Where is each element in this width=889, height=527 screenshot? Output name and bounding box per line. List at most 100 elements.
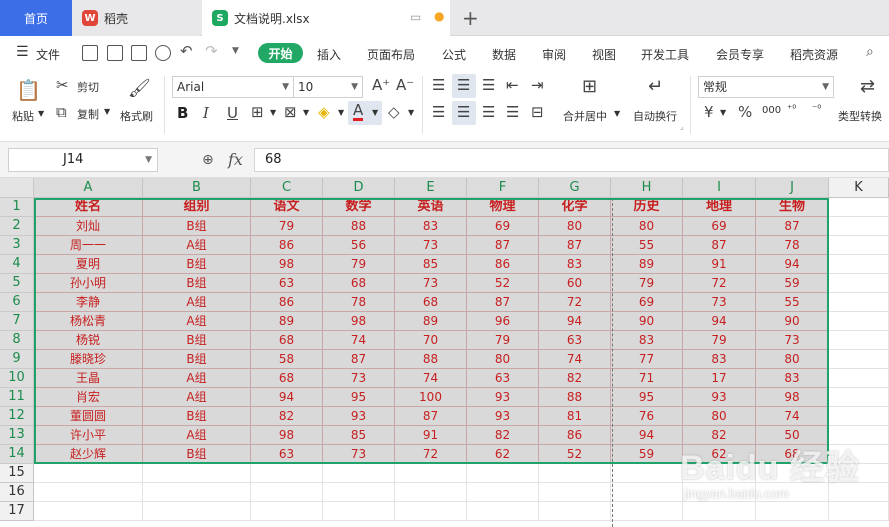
table-cell[interactable]: 89 xyxy=(611,255,683,274)
fill-pattern-icon[interactable]: ⊠ xyxy=(284,103,297,121)
table-cell[interactable]: 94 xyxy=(251,388,323,407)
table-cell[interactable]: 73 xyxy=(323,369,395,388)
table-cell[interactable]: 89 xyxy=(395,312,467,331)
undo-icon[interactable]: ↶ xyxy=(180,42,193,60)
increase-decimal-icon[interactable]: ⁺⁰ xyxy=(787,104,796,115)
empty-cell[interactable] xyxy=(829,445,889,464)
empty-cell[interactable] xyxy=(829,464,889,483)
print-preview-icon[interactable] xyxy=(155,45,171,61)
table-cell[interactable]: 63 xyxy=(539,331,611,350)
table-cell[interactable]: 孙小明 xyxy=(34,274,143,293)
table-cell[interactable]: 62 xyxy=(683,445,756,464)
column-header-c[interactable]: C xyxy=(251,178,323,198)
table-cell[interactable]: 94 xyxy=(611,426,683,445)
table-cell[interactable]: 李静 xyxy=(34,293,143,312)
quick-access-chevron-icon[interactable]: ▼ xyxy=(232,46,239,56)
empty-cell[interactable] xyxy=(251,464,323,483)
table-cell[interactable]: B组 xyxy=(143,445,251,464)
header-cell[interactable]: 化学 xyxy=(539,198,611,217)
bold-icon[interactable]: B xyxy=(177,104,188,122)
empty-cell[interactable] xyxy=(683,464,756,483)
table-cell[interactable]: 87 xyxy=(395,407,467,426)
menu-review[interactable]: 审阅 xyxy=(542,46,566,63)
align-left-icon[interactable]: ☰ xyxy=(432,103,445,121)
empty-cell[interactable] xyxy=(683,483,756,502)
empty-cell[interactable] xyxy=(467,483,539,502)
table-cell[interactable]: 88 xyxy=(323,217,395,236)
empty-cell[interactable] xyxy=(611,464,683,483)
table-cell[interactable]: 56 xyxy=(323,236,395,255)
borders-dropdown-icon[interactable]: ▼ xyxy=(270,108,276,117)
table-cell[interactable]: 68 xyxy=(395,293,467,312)
borders-icon[interactable]: ⊞ xyxy=(251,103,264,121)
fill-pattern-dropdown-icon[interactable]: ▼ xyxy=(303,108,309,117)
table-cell[interactable]: 63 xyxy=(251,274,323,293)
table-cell[interactable]: A组 xyxy=(143,293,251,312)
table-cell[interactable]: 73 xyxy=(395,274,467,293)
table-cell[interactable]: B组 xyxy=(143,331,251,350)
table-cell[interactable]: 98 xyxy=(756,388,829,407)
table-cell[interactable]: 93 xyxy=(683,388,756,407)
table-cell[interactable]: 80 xyxy=(539,217,611,236)
wrap-text-icon[interactable]: ↵ xyxy=(648,76,663,97)
table-cell[interactable]: 58 xyxy=(251,350,323,369)
table-cell[interactable]: 79 xyxy=(467,331,539,350)
empty-cell[interactable] xyxy=(395,483,467,502)
table-cell[interactable]: 79 xyxy=(251,217,323,236)
empty-cell[interactable] xyxy=(34,483,143,502)
tab-screen-icon[interactable]: ▭ xyxy=(410,10,421,24)
cut-icon[interactable]: ✂ xyxy=(56,76,69,94)
decrease-font-icon[interactable]: A⁻ xyxy=(396,76,414,94)
type-convert-icon[interactable]: ⇄ xyxy=(860,76,875,97)
table-cell[interactable]: B组 xyxy=(143,274,251,293)
table-cell[interactable]: 80 xyxy=(756,350,829,369)
table-cell[interactable]: 68 xyxy=(756,445,829,464)
empty-cell[interactable] xyxy=(829,407,889,426)
distributed-icon[interactable]: ⊟ xyxy=(531,103,544,121)
table-cell[interactable]: 94 xyxy=(539,312,611,331)
table-cell[interactable]: 55 xyxy=(756,293,829,312)
menu-docer-resources[interactable]: 稻壳资源 xyxy=(790,46,838,63)
search-icon[interactable]: ⌕ xyxy=(866,44,874,60)
table-cell[interactable]: 69 xyxy=(467,217,539,236)
empty-cell[interactable] xyxy=(34,502,143,521)
empty-cell[interactable] xyxy=(143,483,251,502)
cut-button[interactable]: 剪切 xyxy=(77,79,99,95)
empty-cell[interactable] xyxy=(395,464,467,483)
table-cell[interactable]: 93 xyxy=(467,407,539,426)
empty-cell[interactable] xyxy=(611,502,683,521)
font-color-dropdown-icon[interactable]: ▼ xyxy=(372,108,378,117)
empty-cell[interactable] xyxy=(756,464,829,483)
empty-cell[interactable] xyxy=(539,483,611,502)
empty-cell[interactable] xyxy=(829,274,889,293)
table-cell[interactable]: 95 xyxy=(611,388,683,407)
row-header-16[interactable]: 16 xyxy=(0,483,34,502)
print-icon[interactable] xyxy=(131,45,147,61)
empty-cell[interactable] xyxy=(829,217,889,236)
column-header-d[interactable]: D xyxy=(323,178,395,198)
table-cell[interactable]: 55 xyxy=(611,236,683,255)
table-cell[interactable]: 63 xyxy=(251,445,323,464)
table-cell[interactable]: 93 xyxy=(467,388,539,407)
empty-cell[interactable] xyxy=(829,350,889,369)
header-cell[interactable]: 生物 xyxy=(756,198,829,217)
align-right-icon[interactable]: ☰ xyxy=(482,103,495,121)
row-header-7[interactable]: 7 xyxy=(0,312,34,331)
copy-dropdown-icon[interactable]: ▼ xyxy=(104,107,110,116)
table-cell[interactable]: 78 xyxy=(756,236,829,255)
table-cell[interactable]: 98 xyxy=(251,426,323,445)
select-all-corner[interactable] xyxy=(0,178,34,198)
table-cell[interactable]: 滕晓珍 xyxy=(34,350,143,369)
fill-color-dropdown-icon[interactable]: ▼ xyxy=(338,108,344,117)
table-cell[interactable]: 72 xyxy=(683,274,756,293)
table-cell[interactable]: 夏明 xyxy=(34,255,143,274)
table-cell[interactable]: 周一一 xyxy=(34,236,143,255)
format-painter-button[interactable]: 格式刷 xyxy=(120,108,153,124)
align-top-icon[interactable]: ☰ xyxy=(432,76,445,94)
table-cell[interactable]: 82 xyxy=(251,407,323,426)
type-convert-button[interactable]: 类型转换 xyxy=(838,108,882,124)
table-cell[interactable]: 赵少辉 xyxy=(34,445,143,464)
menu-data[interactable]: 数据 xyxy=(492,46,516,63)
menu-member[interactable]: 会员专享 xyxy=(716,46,764,63)
table-cell[interactable]: 76 xyxy=(611,407,683,426)
